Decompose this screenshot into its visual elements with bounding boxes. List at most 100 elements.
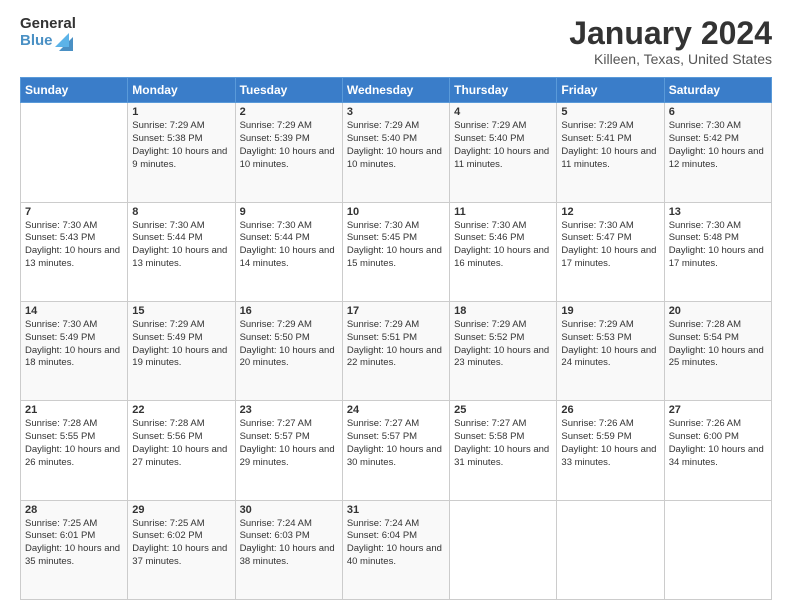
cell-content: Sunrise: 7:25 AMSunset: 6:02 PMDaylight:… xyxy=(132,518,230,569)
week-row-3: 14Sunrise: 7:30 AMSunset: 5:49 PMDayligh… xyxy=(21,301,772,400)
table-cell: 21Sunrise: 7:28 AMSunset: 5:55 PMDayligh… xyxy=(21,401,128,500)
cell-content: Sunrise: 7:30 AMSunset: 5:43 PMDaylight:… xyxy=(25,220,123,271)
table-cell: 6 Sunrise: 7:30 AMSunset: 5:42 PMDaylight… xyxy=(664,103,771,202)
cell-content: Sunrise: 7:30 AMSunset: 5:46 PMDaylight:… xyxy=(454,220,552,271)
header: General Blue January 2024 Killeen, Texas… xyxy=(20,16,772,67)
cell-content: Sunrise: 7:30 AMSunset: 5:47 PMDaylight:… xyxy=(561,220,659,271)
day-number: 31 xyxy=(347,504,445,516)
table-cell: 25 Sunrise: 7:27 AMSunset: 5:58 PMDayligh… xyxy=(450,401,557,500)
logo-blue: Blue xyxy=(20,33,76,51)
table-cell: 18Sunrise: 7:29 AMSunset: 5:52 PMDayligh… xyxy=(450,301,557,400)
week-row-5: 28 Sunrise: 7:25 AMSunset: 6:01 PMDayligh… xyxy=(21,500,772,599)
day-number: 17 xyxy=(347,305,445,317)
cell-content: Sunrise: 7:29 AMSunset: 5:52 PMDaylight:… xyxy=(454,319,552,370)
table-cell: 14Sunrise: 7:30 AMSunset: 5:49 PMDayligh… xyxy=(21,301,128,400)
cell-content: Sunrise: 7:28 AMSunset: 5:54 PMDaylight:… xyxy=(669,319,767,370)
day-number: 15 xyxy=(132,305,230,317)
cell-content: Sunrise: 7:24 AMSunset: 6:03 PMDaylight:… xyxy=(240,518,338,569)
table-cell: 17 Sunrise: 7:29 AMSunset: 5:51 PMDayligh… xyxy=(342,301,449,400)
day-number: 28 xyxy=(25,504,123,516)
table-cell: 28 Sunrise: 7:25 AMSunset: 6:01 PMDayligh… xyxy=(21,500,128,599)
table-cell xyxy=(557,500,664,599)
cell-content: Sunrise: 7:29 AMSunset: 5:51 PMDaylight:… xyxy=(347,319,445,370)
day-number: 5 xyxy=(561,106,659,118)
week-row-4: 21Sunrise: 7:28 AMSunset: 5:55 PMDayligh… xyxy=(21,401,772,500)
table-cell: 15 Sunrise: 7:29 AMSunset: 5:49 PMDayligh… xyxy=(128,301,235,400)
cell-content: Sunrise: 7:30 AMSunset: 5:45 PMDaylight:… xyxy=(347,220,445,271)
cell-content: Sunrise: 7:30 AMSunset: 5:42 PMDaylight:… xyxy=(669,120,767,171)
day-number: 24 xyxy=(347,404,445,416)
cell-content: Sunrise: 7:29 AMSunset: 5:53 PMDaylight:… xyxy=(561,319,659,370)
cell-content: Sunrise: 7:29 AMSunset: 5:40 PMDaylight:… xyxy=(347,120,445,171)
table-cell: 4Sunrise: 7:29 AMSunset: 5:40 PMDaylight… xyxy=(450,103,557,202)
day-number: 10 xyxy=(347,206,445,218)
logo-arrow-icon xyxy=(55,33,73,51)
table-cell: 10 Sunrise: 7:30 AMSunset: 5:45 PMDayligh… xyxy=(342,202,449,301)
week-row-2: 7 Sunrise: 7:30 AMSunset: 5:43 PMDaylight… xyxy=(21,202,772,301)
logo: General Blue xyxy=(20,16,76,51)
day-number: 25 xyxy=(454,404,552,416)
weekday-header-row: Sunday Monday Tuesday Wednesday Thursday… xyxy=(21,78,772,103)
table-cell: 2 Sunrise: 7:29 AMSunset: 5:39 PMDaylight… xyxy=(235,103,342,202)
table-cell: 19 Sunrise: 7:29 AMSunset: 5:53 PMDayligh… xyxy=(557,301,664,400)
cell-content: Sunrise: 7:29 AMSunset: 5:38 PMDaylight:… xyxy=(132,120,230,171)
cell-content: Sunrise: 7:27 AMSunset: 5:57 PMDaylight:… xyxy=(347,418,445,469)
cell-content: Sunrise: 7:25 AMSunset: 6:01 PMDaylight:… xyxy=(25,518,123,569)
table-cell: 20 Sunrise: 7:28 AMSunset: 5:54 PMDayligh… xyxy=(664,301,771,400)
header-monday: Monday xyxy=(128,78,235,103)
cell-content: Sunrise: 7:29 AMSunset: 5:50 PMDaylight:… xyxy=(240,319,338,370)
table-cell: 3Sunrise: 7:29 AMSunset: 5:40 PMDaylight… xyxy=(342,103,449,202)
cell-content: Sunrise: 7:30 AMSunset: 5:44 PMDaylight:… xyxy=(132,220,230,271)
day-number: 9 xyxy=(240,206,338,218)
subtitle: Killeen, Texas, United States xyxy=(569,51,772,67)
header-thursday: Thursday xyxy=(450,78,557,103)
cell-content: Sunrise: 7:27 AMSunset: 5:58 PMDaylight:… xyxy=(454,418,552,469)
day-number: 2 xyxy=(240,106,338,118)
day-number: 30 xyxy=(240,504,338,516)
cell-content: Sunrise: 7:30 AMSunset: 5:48 PMDaylight:… xyxy=(669,220,767,271)
day-number: 26 xyxy=(561,404,659,416)
day-number: 29 xyxy=(132,504,230,516)
page: General Blue January 2024 Killeen, Texas… xyxy=(0,0,792,612)
day-number: 21 xyxy=(25,404,123,416)
cell-content: Sunrise: 7:29 AMSunset: 5:41 PMDaylight:… xyxy=(561,120,659,171)
table-cell: 27Sunrise: 7:26 AMSunset: 6:00 PMDayligh… xyxy=(664,401,771,500)
table-cell: 7 Sunrise: 7:30 AMSunset: 5:43 PMDaylight… xyxy=(21,202,128,301)
main-title: January 2024 xyxy=(569,16,772,51)
table-cell: 26Sunrise: 7:26 AMSunset: 5:59 PMDayligh… xyxy=(557,401,664,500)
day-number: 23 xyxy=(240,404,338,416)
cell-content: Sunrise: 7:29 AMSunset: 5:39 PMDaylight:… xyxy=(240,120,338,171)
header-wednesday: Wednesday xyxy=(342,78,449,103)
day-number: 12 xyxy=(561,206,659,218)
table-cell: 11 Sunrise: 7:30 AMSunset: 5:46 PMDayligh… xyxy=(450,202,557,301)
table-cell: 23 Sunrise: 7:27 AMSunset: 5:57 PMDayligh… xyxy=(235,401,342,500)
day-number: 20 xyxy=(669,305,767,317)
header-tuesday: Tuesday xyxy=(235,78,342,103)
day-number: 7 xyxy=(25,206,123,218)
header-saturday: Saturday xyxy=(664,78,771,103)
day-number: 13 xyxy=(669,206,767,218)
table-cell: 30 Sunrise: 7:24 AMSunset: 6:03 PMDayligh… xyxy=(235,500,342,599)
day-number: 11 xyxy=(454,206,552,218)
table-cell xyxy=(21,103,128,202)
table-cell: 16Sunrise: 7:29 AMSunset: 5:50 PMDayligh… xyxy=(235,301,342,400)
cell-content: Sunrise: 7:30 AMSunset: 5:44 PMDaylight:… xyxy=(240,220,338,271)
day-number: 22 xyxy=(132,404,230,416)
table-cell xyxy=(450,500,557,599)
day-number: 1 xyxy=(132,106,230,118)
table-cell: 8Sunrise: 7:30 AMSunset: 5:44 PMDaylight… xyxy=(128,202,235,301)
day-number: 14 xyxy=(25,305,123,317)
cell-content: Sunrise: 7:24 AMSunset: 6:04 PMDaylight:… xyxy=(347,518,445,569)
table-cell: 12 Sunrise: 7:30 AMSunset: 5:47 PMDayligh… xyxy=(557,202,664,301)
cell-content: Sunrise: 7:29 AMSunset: 5:49 PMDaylight:… xyxy=(132,319,230,370)
cell-content: Sunrise: 7:27 AMSunset: 5:57 PMDaylight:… xyxy=(240,418,338,469)
cell-content: Sunrise: 7:26 AMSunset: 6:00 PMDaylight:… xyxy=(669,418,767,469)
day-number: 19 xyxy=(561,305,659,317)
day-number: 4 xyxy=(454,106,552,118)
table-cell: 5 Sunrise: 7:29 AMSunset: 5:41 PMDaylight… xyxy=(557,103,664,202)
cell-content: Sunrise: 7:28 AMSunset: 5:56 PMDaylight:… xyxy=(132,418,230,469)
day-number: 6 xyxy=(669,106,767,118)
table-cell: 1 Sunrise: 7:29 AMSunset: 5:38 PMDaylight… xyxy=(128,103,235,202)
logo-general: General xyxy=(20,16,76,33)
header-sunday: Sunday xyxy=(21,78,128,103)
